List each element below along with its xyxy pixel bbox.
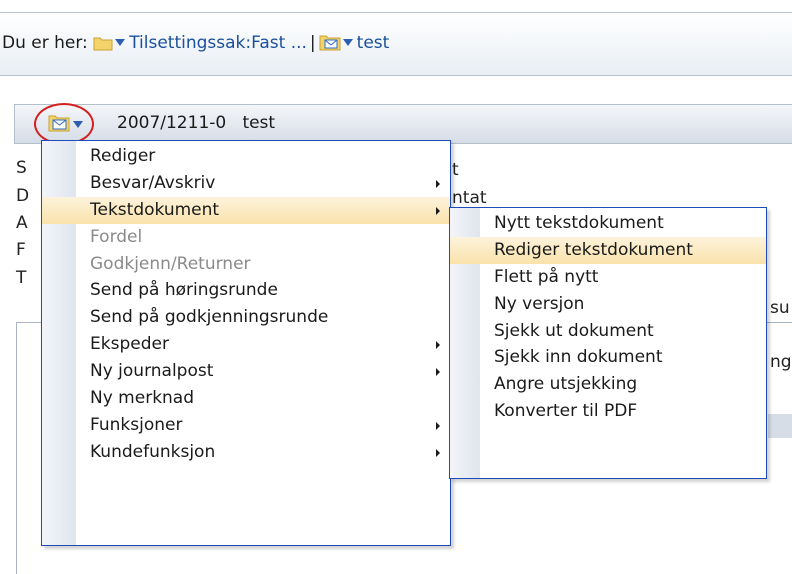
tekstdokument-submenu: Nytt tekstdokument Rediger tekstdokument… [449,207,767,479]
menu-item-besvar-avskriv[interactable]: Besvar/Avskriv [42,170,450,197]
menu-item-label: Ekspeder [90,334,169,355]
menu-item-fordel: Fordel [42,224,450,251]
context-menu: Rediger Besvar/Avskriv Tekstdokument For… [41,140,451,546]
document-title: 2007/1211-0 test [117,113,275,133]
submenu-item-sjekk-inn[interactable]: Sjekk inn dokument [450,344,766,371]
menu-item-label: Fordel [90,226,143,247]
menu-item-kundefunksjon[interactable]: Kundefunksjon [42,439,450,466]
document-number: 2007/1211-0 [117,113,227,133]
menu-item-label: Godkjenn/Returner [90,253,251,274]
breadcrumb-separator: | [309,33,316,53]
menu-item-label: Kundefunksjon [90,441,216,462]
menu-item-label: Ny journalpost [90,361,214,382]
menu-item-label: Send på høringsrunde [90,280,278,301]
breadcrumb-link-case[interactable]: Tilsettingssak:Fast ... [129,33,307,53]
submenu-arrow-icon [436,421,440,430]
submenu-item-nytt-tekstdokument[interactable]: Nytt tekstdokument [450,210,766,237]
field-label: D [16,186,30,206]
menu-item-ny-merknad[interactable]: Ny merknad [42,385,450,412]
menu-item-label: Besvar/Avskriv [90,172,216,193]
column-header [768,414,792,438]
submenu-arrow-icon [436,206,440,215]
submenu-arrow-icon [436,341,440,350]
menu-item-tekstdokument[interactable]: Tekstdokument [42,196,450,224]
menu-item-rediger[interactable]: Rediger [42,143,450,170]
menu-item-label: Flett på nytt [494,266,599,287]
submenu-arrow-icon [436,179,440,188]
submenu-item-flett-pa-nytt[interactable]: Flett på nytt [450,264,766,291]
submenu-arrow-icon [436,448,440,457]
submenu-item-rediger-tekstdokument[interactable]: Rediger tekstdokument [450,236,766,264]
menu-item-label: Nytt tekstdokument [494,213,664,233]
menu-item-funksjoner[interactable]: Funksjoner [42,412,450,439]
submenu-item-ny-versjon[interactable]: Ny versjon [450,291,766,318]
breadcrumb-link-document[interactable]: test [357,33,390,53]
field-label: A [16,213,28,233]
menu-item-ny-journalpost[interactable]: Ny journalpost [42,358,450,385]
menu-item-label: Rediger tekstdokument [494,239,693,260]
menu-item-label: Konverter til PDF [494,401,638,422]
document-header: 2007/1211-0 test [14,103,792,145]
menu-item-ekspeder[interactable]: Ekspeder [42,331,450,358]
menu-item-label: Sjekk ut dokument [494,320,654,341]
menu-item-send-godkjenningsrunde[interactable]: Send på godkjenningsrunde [42,304,450,331]
breadcrumb: Du er her: Tilsettingssak:Fast ... | test [2,33,389,56]
submenu-arrow-icon [436,368,440,377]
breadcrumb-prefix: Du er her: [2,33,88,53]
field-label: T [16,268,27,288]
field-value: su [770,298,790,318]
menu-item-label: Angre utsjekking [494,374,638,395]
submenu-item-konverter-pdf[interactable]: Konverter til PDF [450,398,766,425]
field-value: t [452,160,459,180]
chevron-down-icon[interactable] [342,38,353,46]
menu-item-label: Ny merknad [90,388,195,409]
document-name: test [242,113,276,133]
folder-mail-icon[interactable] [48,113,88,138]
submenu-item-angre-utsjekking[interactable]: Angre utsjekking [450,371,766,398]
menu-item-label: Send på godkjenningsrunde [90,307,329,328]
field-value: ntat [452,188,487,208]
submenu-item-sjekk-ut[interactable]: Sjekk ut dokument [450,318,766,345]
menu-item-send-horingsrunde[interactable]: Send på høringsrunde [42,277,450,304]
menu-item-label: Tekstdokument [90,199,220,220]
menu-item-label: Rediger [90,146,156,166]
field-label: S [16,158,27,178]
field-label: F [16,240,26,260]
chevron-down-icon[interactable] [115,38,126,46]
folder-icon[interactable] [93,35,113,56]
menu-item-label: Sjekk inn dokument [494,347,663,368]
folder-mail-icon[interactable] [319,33,341,56]
menu-item-label: Ny versjon [494,293,585,314]
menu-item-label: Funksjoner [90,414,183,435]
menu-item-godkjenn-returner: Godkjenn/Returner [42,251,450,278]
